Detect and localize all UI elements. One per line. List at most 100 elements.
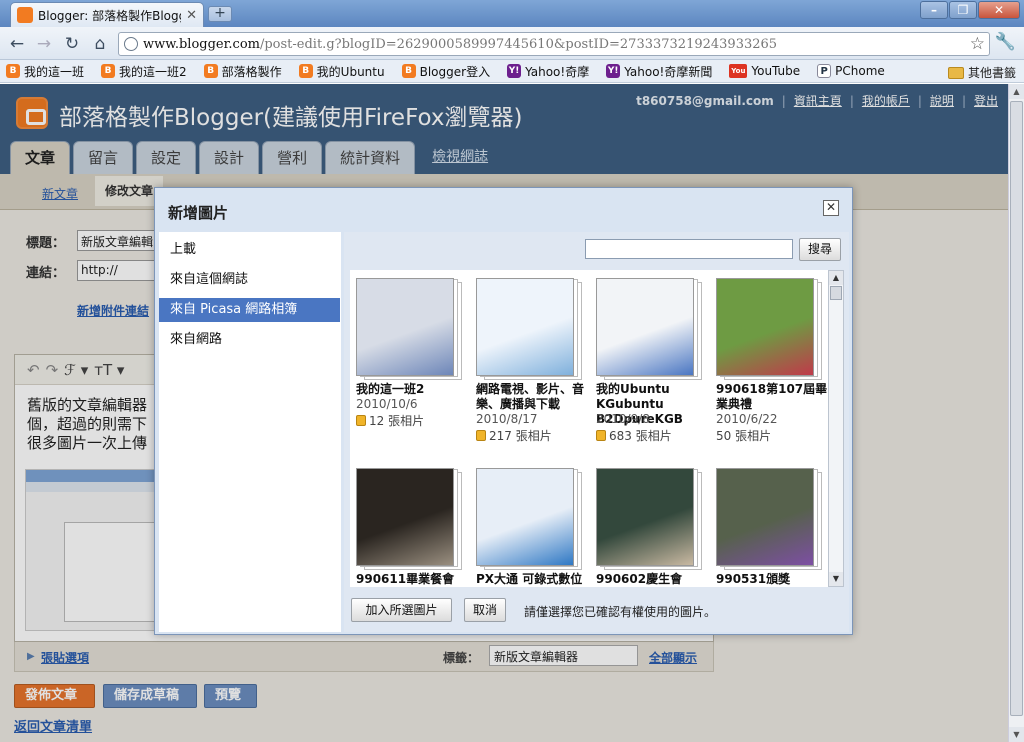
album-title: 990611畢業餐會 [356,572,455,586]
album-title: PX大通 可錄式數位電視盒 [476,572,583,586]
browser-tab[interactable]: Blogger: 部落格製作Blogg... ✕ [10,2,204,27]
bookmark-star-icon[interactable]: ☆ [970,34,985,54]
image-source-list: 上載 來自這個網誌 來自 Picasa 網路相簿 來自網路 [159,232,341,632]
album-item[interactable]: 990531頒獎 [712,462,828,587]
scroll-down-icon[interactable]: ▼ [829,572,843,586]
source-this-blog[interactable]: 來自這個網誌 [159,268,340,292]
back-icon[interactable]: ← [6,33,28,55]
bookmark-item[interactable]: B 我的Ubuntu [298,63,385,80]
minimize-button[interactable]: – [920,1,948,19]
bookmark-item[interactable]: You YouTube [729,64,800,78]
search-button[interactable]: 搜尋 [799,238,841,261]
home-icon[interactable]: ⌂ [89,33,111,55]
album-item[interactable]: 我的Ubuntu KGubuntu B2DpureKGB 2010/9/8 683 … [592,272,710,462]
browser-toolbar: ← → ↻ ⌂ www.blogger.com/post-edit.g?blog… [0,27,1024,60]
bookmark-item[interactable]: B 部落格製作 [203,63,282,80]
bookmark-label: PChome [835,64,885,78]
album-item[interactable]: 990611畢業餐會 [352,462,470,587]
bookmarks-bar: B 我的這一班 B 我的這一班2 B 部落格製作 B 我的Ubuntu B Blogger登入 Y!… [0,60,1024,83]
blogger-icon: B [298,64,313,78]
picasa-panel: 搜尋 我的這一班2 2010/10/6 12 張相片 網路電視、影片、音樂、廣播與下載… [344,232,849,632]
album-title: 990602慶生會 [596,572,683,586]
yahoo-icon: Y! [606,64,621,78]
close-icon[interactable]: ✕ [823,200,839,216]
yahoo-icon: Y! [507,64,522,78]
album-date: 2010/6/22 [716,412,778,426]
bookmark-label: 我的Ubuntu [316,64,385,79]
globe-icon [124,37,138,51]
url-text: www.blogger.com/post-edit.g?blogID=26290… [143,36,778,52]
close-window-button[interactable]: ✕ [978,1,1020,19]
album-grid: 我的這一班2 2010/10/6 12 張相片 網路電視、影片、音樂、廣播與下載 201… [350,270,828,587]
album-photo-count: 50 張相片 [716,429,772,443]
album-title: 我的這一班2 [356,382,425,396]
add-selected-button[interactable]: 加入所選圖片 [351,598,452,622]
album-thumbnail-stack [594,276,702,380]
album-date: 2010/10/6 [356,397,418,411]
new-tab-button[interactable]: + [208,6,232,22]
page-scroll-thumb[interactable] [1010,101,1023,716]
scroll-thumb[interactable] [830,286,842,300]
album-cover-image[interactable] [356,278,454,376]
blogger-icon: B [101,64,116,78]
page-scroll-up-icon[interactable]: ▲ [1009,84,1024,99]
bookmark-label: 我的這一班 [24,64,85,79]
scroll-up-icon[interactable]: ▲ [829,271,843,285]
bookmark-label: Yahoo!奇摩新聞 [624,64,713,79]
pchome-icon: P [817,64,832,78]
album-date: 2010/8/17 [476,412,538,426]
album-item[interactable]: 990602慶生會 [592,462,710,587]
private-lock-icon [476,430,486,441]
album-photo-count: 217 張相片 [476,427,552,444]
add-image-dialog: 新增圖片 ✕ 上載 來自這個網誌 來自 Picasa 網路相簿 來自網路 搜尋 … [154,187,853,635]
bookmark-item[interactable]: Y! Yahoo!奇摩新聞 [606,63,712,80]
maximize-button[interactable]: ❐ [949,1,977,19]
bookmark-item[interactable]: Y! Yahoo!奇摩 [507,63,589,80]
address-bar[interactable]: www.blogger.com/post-edit.g?blogID=26290… [118,32,990,56]
search-input[interactable] [585,239,793,259]
forward-icon[interactable]: → [33,33,55,55]
rights-note: 請僅選擇您已確認有權使用的圖片。 [524,605,717,619]
album-item[interactable]: PX大通 可錄式數位電視盒 [472,462,590,587]
album-cover-image[interactable] [716,468,814,566]
album-thumbnail-stack [714,466,822,570]
page-viewport: 部落格製作Blogger(建議使用FireFox瀏覽器) t860758@gma… [0,84,1008,742]
album-cover-image[interactable] [596,278,694,376]
dialog-title: 新增圖片 [168,204,229,222]
bookmark-item[interactable]: B 我的這一班2 [101,63,187,80]
album-photo-count: 683 張相片 [596,427,672,444]
source-web[interactable]: 來自網路 [159,328,340,352]
album-thumbnail-stack [714,276,822,380]
album-cover-image[interactable] [596,468,694,566]
source-upload[interactable]: 上載 [159,238,340,262]
album-cover-image[interactable] [356,468,454,566]
album-item[interactable]: 990618第107屆畢業典禮 2010/6/22 50 張相片 [712,272,828,462]
album-date: 2010/9/8 [596,412,650,426]
album-cover-image[interactable] [476,468,574,566]
other-bookmarks[interactable]: 其他書籤 [947,64,1016,81]
blogger-icon: B [203,64,218,78]
bookmark-item[interactable]: P PChome [817,64,885,78]
reload-icon[interactable]: ↻ [61,33,83,55]
title-bar: Blogger: 部落格製作Blogg... ✕ + – ❐ ✕ [0,0,1024,27]
album-cover-image[interactable] [476,278,574,376]
album-scrollbar[interactable]: ▲ ▼ [828,270,844,587]
album-thumbnail-stack [474,276,582,380]
bookmark-label: YouTube [751,64,801,78]
bookmark-item[interactable]: B Blogger登入 [401,63,490,80]
blogger-icon: B [401,64,416,78]
page-scrollbar[interactable]: ▲ ▼ [1008,84,1024,742]
page-scroll-down-icon[interactable]: ▼ [1009,727,1024,742]
album-thumbnail-stack [354,276,462,380]
album-item[interactable]: 我的這一班2 2010/10/6 12 張相片 [352,272,470,462]
album-item[interactable]: 網路電視、影片、音樂、廣播與下載 2010/8/17 217 張相片 [472,272,590,462]
bookmark-item[interactable]: B 我的這一班 [6,63,84,80]
bookmark-label: 部落格製作 [221,64,282,79]
source-picasa[interactable]: 來自 Picasa 網路相簿 [159,298,340,322]
album-cover-image[interactable] [716,278,814,376]
cancel-button[interactable]: 取消 [464,598,506,622]
album-thumbnail-stack [594,466,702,570]
tab-close-icon[interactable]: ✕ [186,8,197,23]
wrench-icon[interactable]: 🔧 [995,32,1016,52]
folder-icon [947,66,964,79]
